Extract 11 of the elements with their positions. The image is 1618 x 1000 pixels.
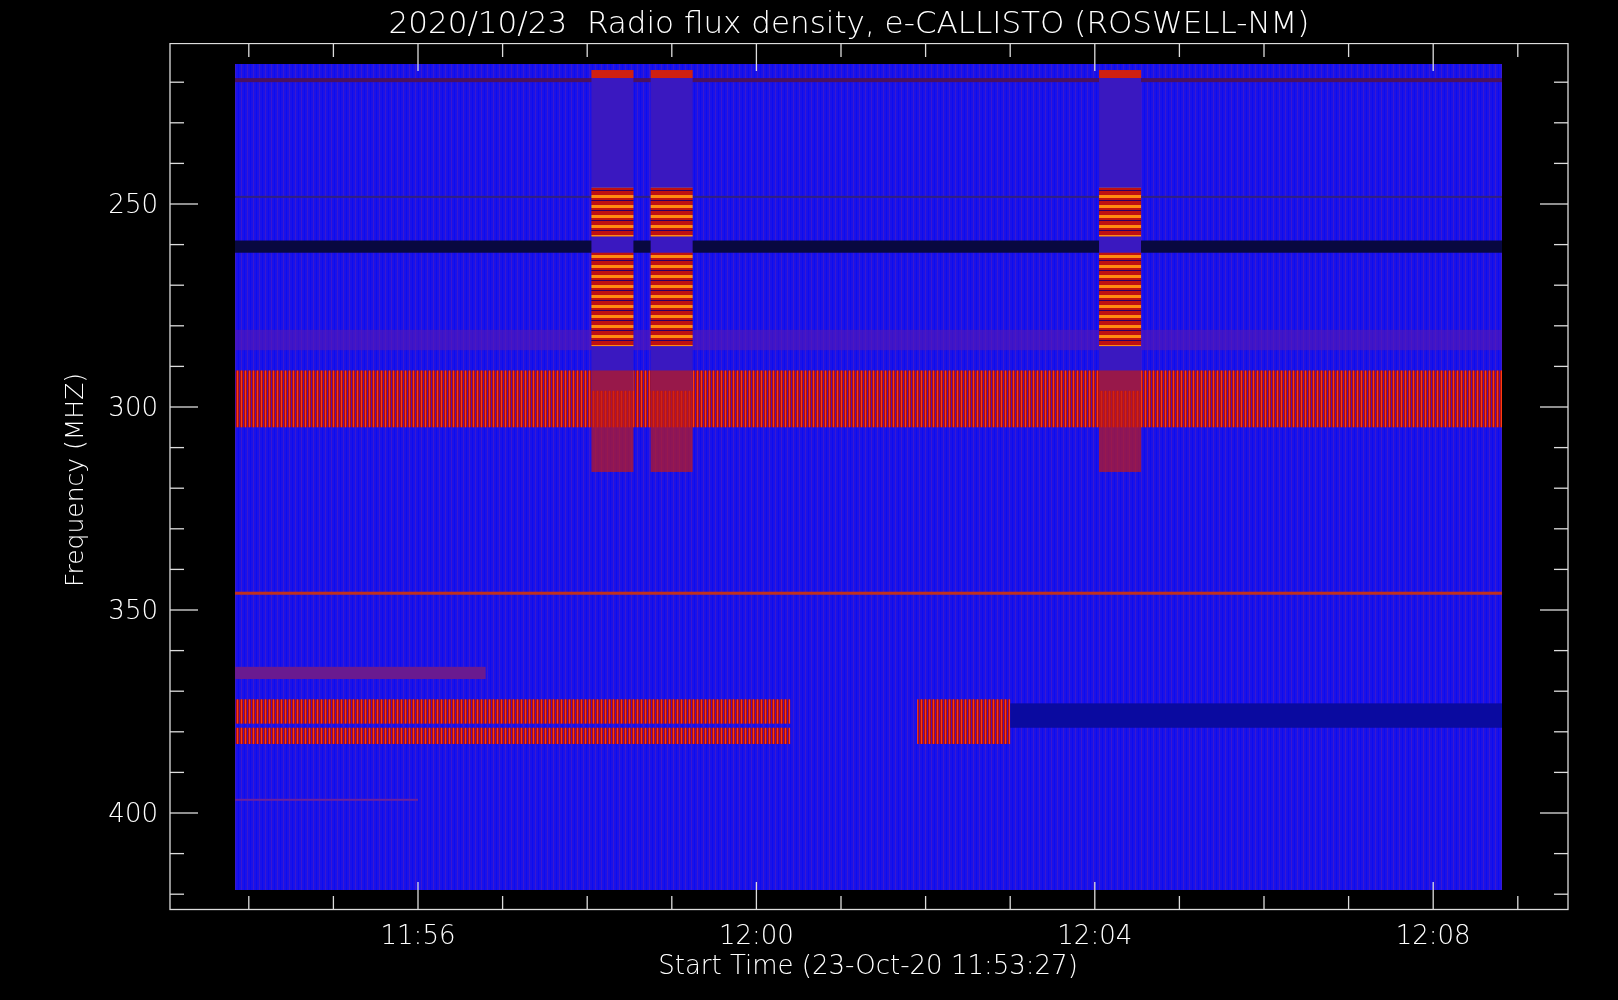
y-tick-label: 300	[108, 392, 158, 422]
x-tick-label: 11:56	[380, 920, 456, 950]
y-axis-title: Frequency (MHZ)	[60, 372, 89, 588]
y-tick-label: 350	[108, 595, 158, 625]
plot-title: 2020/10/23 Radio flux density, e-CALLISTO (ROSWELL-NM)	[387, 2, 1311, 42]
x-tick-label: 12:08	[1395, 920, 1471, 950]
y-tick-label: 250	[108, 189, 158, 219]
x-tick-label: 12:04	[1057, 920, 1133, 950]
x-tick-label: 12:00	[718, 920, 794, 950]
x-axis-title: Start Time (23-Oct-20 11:53:27)	[658, 950, 1078, 980]
y-tick-label: 400	[108, 798, 158, 828]
